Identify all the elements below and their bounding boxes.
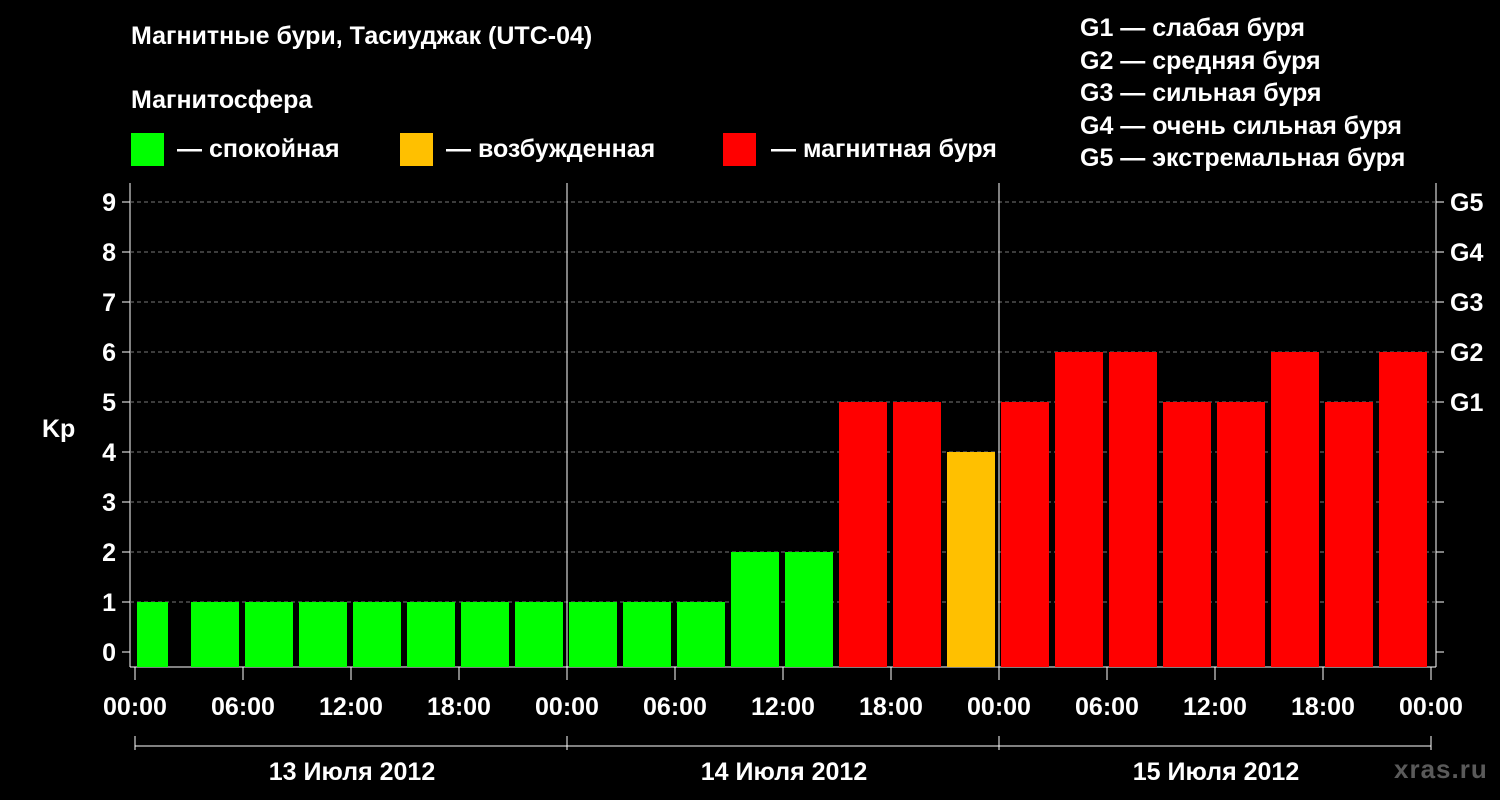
day-label: 13 Июля 2012 [269,758,435,786]
x-tick-label: 06:00 [1075,693,1139,721]
kp-bar [1163,402,1211,667]
y-tick-label: 5 [102,389,116,417]
y-axis-title: Kp [42,415,75,443]
kp-bar [191,602,239,667]
kp-bar [1055,352,1103,667]
kp-bar [839,402,887,667]
g-scale-label: G2 [1450,339,1483,367]
y-tick-label: 3 [102,489,116,517]
kp-bar [245,602,293,667]
g-scale-label: G4 [1450,239,1483,267]
x-tick-label: 00:00 [535,693,599,721]
kp-bar [1271,352,1319,667]
y-tick-label: 1 [102,589,116,617]
x-tick-label: 12:00 [1183,693,1247,721]
y-tick-label: 9 [102,189,116,217]
x-tick-label: 06:00 [211,693,275,721]
y-tick-label: 8 [102,239,116,267]
x-tick-label: 18:00 [427,693,491,721]
kp-bar [731,552,779,667]
x-tick-label: 18:00 [859,693,923,721]
g-scale-label: G5 [1450,189,1483,217]
y-tick-label: 2 [102,539,116,567]
g-scale-label: G1 [1450,389,1483,417]
kp-bar [1325,402,1373,667]
day-label: 15 Июля 2012 [1133,758,1299,786]
kp-bar [299,602,347,667]
kp-bar [515,602,563,667]
x-tick-label: 00:00 [1399,693,1463,721]
kp-bar [785,552,833,667]
kp-bar [1379,352,1427,667]
kp-bar [1001,402,1049,667]
kp-bar [1217,402,1265,667]
x-tick-label: 06:00 [643,693,707,721]
kp-bar [623,602,671,667]
x-tick-label: 12:00 [319,693,383,721]
day-label: 14 Июля 2012 [701,758,867,786]
y-tick-label: 6 [102,339,116,367]
x-tick-label: 00:00 [967,693,1031,721]
x-tick-label: 18:00 [1291,693,1355,721]
y-tick-label: 7 [102,289,116,317]
kp-bar-chart: 0 1 2 3 4 5 6 7 8 9 G1 G2 G3 G4 G5 Kp 00:00 06:00 12:00 18:… [42,183,1483,786]
y-tick-label: 0 [102,639,116,667]
kp-bar [137,602,168,667]
watermark: xras.ru [1394,754,1488,784]
kp-bar [893,402,941,667]
kp-bar [407,602,455,667]
kp-bar [677,602,725,667]
x-tick-label: 12:00 [751,693,815,721]
g-scale-label: G3 [1450,289,1483,317]
kp-bar [569,602,617,667]
kp-bar [947,452,995,667]
y-tick-label: 4 [102,439,116,467]
x-tick-label: 00:00 [103,693,167,721]
kp-bar [461,602,509,667]
kp-bar [1109,352,1157,667]
kp-bar [353,602,401,667]
